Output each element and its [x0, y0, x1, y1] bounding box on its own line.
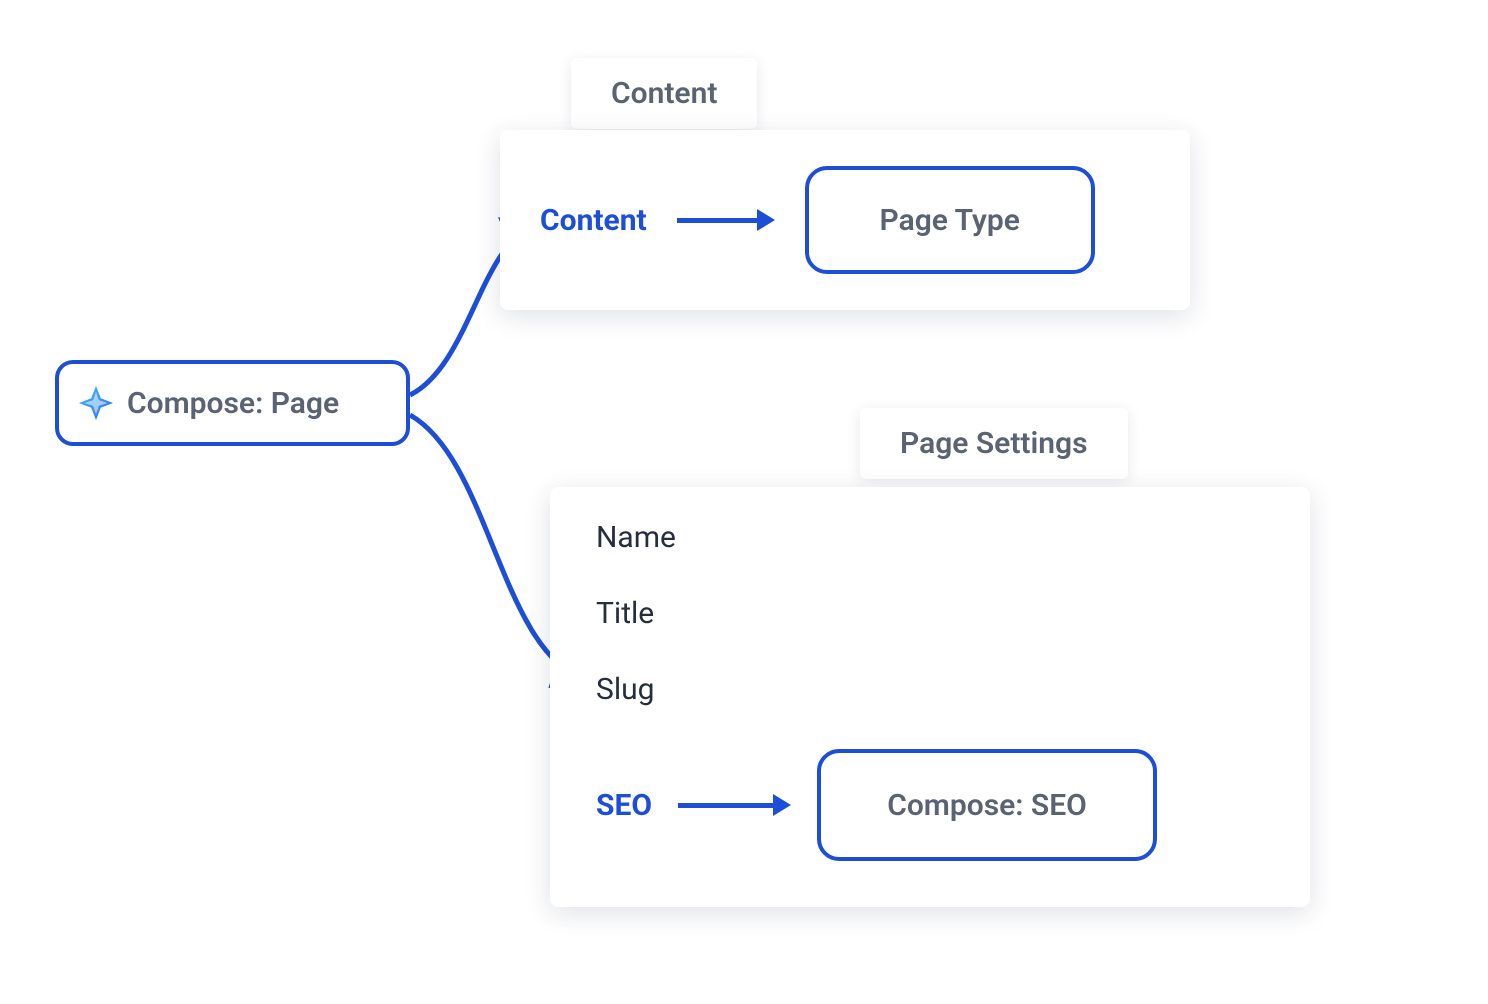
- panel-page-settings: Name Title Slug SEO Compose: SEO: [550, 487, 1310, 907]
- diagram-canvas: Compose: Page Content Content Page Type …: [0, 0, 1488, 1004]
- panel-content: Content Page Type: [500, 130, 1190, 310]
- field-label-content: Content: [540, 203, 647, 238]
- tab-content: Content: [571, 58, 757, 129]
- field-name: Name: [596, 520, 676, 555]
- reference-compose-seo: Compose: SEO: [817, 749, 1157, 861]
- reference-page-type: Page Type: [805, 166, 1095, 274]
- sparkle-icon: [77, 384, 115, 422]
- field-title: Title: [596, 596, 654, 631]
- field-seo-label: SEO: [596, 788, 652, 823]
- root-node-compose-page: Compose: Page: [55, 360, 410, 446]
- tab-page-settings: Page Settings: [860, 408, 1128, 479]
- arrow-icon: [678, 794, 791, 816]
- root-node-label: Compose: Page: [127, 386, 339, 421]
- arrow-icon: [677, 209, 775, 231]
- field-slug: Slug: [596, 672, 655, 707]
